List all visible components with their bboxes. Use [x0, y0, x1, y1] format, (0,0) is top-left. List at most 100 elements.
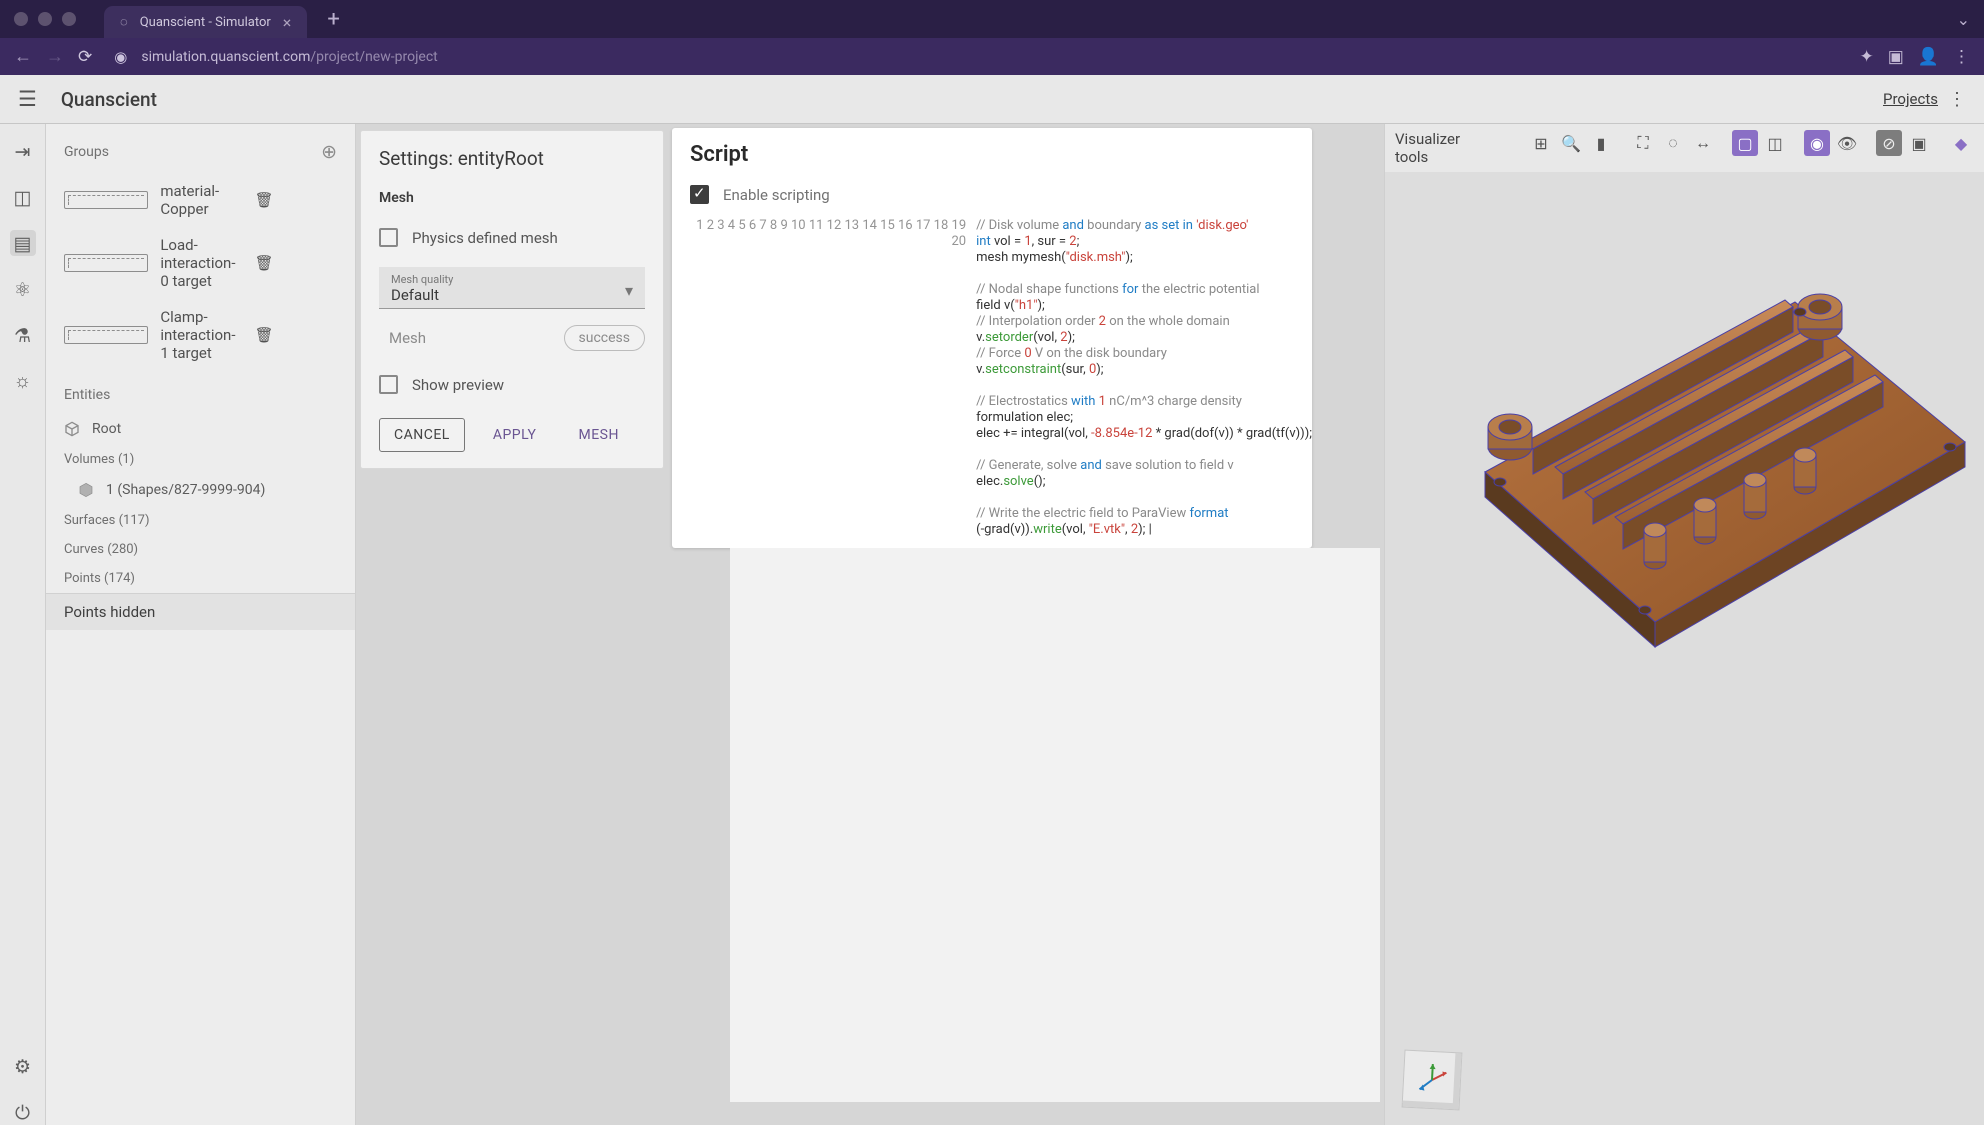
entities-icon[interactable]: ▤ — [10, 230, 36, 256]
cube-icon[interactable]: ◫ — [10, 184, 36, 210]
mesh-section-label: Mesh — [379, 190, 645, 206]
trash-icon[interactable]: 🗑 — [255, 326, 337, 344]
points-hidden-row[interactable]: Points hidden — [46, 593, 355, 630]
new-tab-button[interactable]: + — [327, 7, 339, 32]
add-group-icon[interactable]: ⊕ — [321, 140, 337, 163]
zoom-icon[interactable]: 🔍 — [1558, 130, 1584, 156]
script-card: Script Enable scripting 1 2 3 4 5 6 7 8 … — [672, 128, 1312, 548]
apply-button[interactable]: APPLY — [479, 418, 551, 452]
group-label: Clamp-interaction-1 target — [160, 308, 242, 362]
address-bar: ← → ⟳ ◉ simulation.quanscient.com/projec… — [0, 38, 1984, 75]
panel-icon[interactable]: ▣ — [1888, 47, 1904, 67]
show-preview-checkbox[interactable]: Show preview — [379, 367, 645, 402]
checkbox-icon — [690, 185, 709, 204]
points-count[interactable]: Points (174) — [46, 564, 355, 593]
edge-icon[interactable]: ◫ — [1762, 130, 1788, 156]
physics-icon[interactable]: ⚛ — [10, 276, 36, 302]
window-close[interactable] — [14, 12, 28, 26]
groups-heading: Groups — [64, 144, 109, 160]
fit-icon[interactable]: ⛶ — [1630, 130, 1656, 156]
code-content[interactable]: // Disk volume and boundary as set in 'd… — [976, 218, 1312, 538]
groups-panel: Groups ⊕ material-Copper 🗑 Load-interact… — [46, 124, 356, 1125]
url-text[interactable]: simulation.quanscient.com/project/new-pr… — [141, 49, 437, 65]
chevron-down-icon[interactable]: ⌄ — [1957, 10, 1970, 29]
entities-heading: Entities — [64, 387, 110, 403]
layers-icon[interactable]: ▣ — [1906, 130, 1932, 156]
forward-icon[interactable]: → — [46, 46, 64, 67]
script-panel: Script Enable scripting 1 2 3 4 5 6 7 8 … — [668, 124, 1384, 1125]
window-min[interactable] — [38, 12, 52, 26]
checkbox-icon — [379, 375, 398, 394]
window-controls — [14, 12, 76, 26]
visualizer-panel: Visualizer tools ⊞ 🔍 ▮ ⛶ ◌ ↔ ▢ ◫ ◉ 👁 ⊘ ▣… — [1384, 124, 1984, 1125]
code-editor[interactable]: 1 2 3 4 5 6 7 8 9 10 11 12 13 14 15 16 1… — [672, 218, 1312, 548]
curves-count[interactable]: Curves (280) — [46, 535, 355, 564]
chevron-down-icon: ▾ — [625, 281, 633, 300]
root-entity[interactable]: Root — [46, 413, 355, 445]
mesh-quality-select[interactable]: Mesh quality Default ▾ — [379, 267, 645, 309]
settings-panel: Settings: entityRoot Mesh Physics define… — [360, 130, 664, 469]
script-title: Script — [672, 128, 1312, 175]
mesh-status-badge: success — [564, 325, 645, 351]
group-label: Load-interaction-0 target — [160, 236, 242, 290]
more-icon[interactable]: ⋮ — [1948, 89, 1966, 110]
close-icon[interactable]: × — [283, 13, 292, 32]
heatsink-model[interactable] — [1415, 232, 1975, 692]
material-icon — [64, 326, 148, 344]
select-icon[interactable]: ◌ — [1660, 130, 1686, 156]
device-icon[interactable]: ▮ — [1588, 130, 1614, 156]
line-gutter: 1 2 3 4 5 6 7 8 9 10 11 12 13 14 15 16 1… — [672, 218, 976, 538]
globe-icon: ◌ — [120, 14, 128, 30]
app-title: Quanscient — [61, 88, 157, 111]
hamburger-icon[interactable]: ☰ — [18, 87, 37, 112]
hide-icon[interactable]: ⊘ — [1876, 130, 1902, 156]
profile-icon[interactable]: 👤 — [1918, 47, 1939, 67]
reload-icon[interactable]: ⟳ — [78, 47, 92, 67]
volumes-count[interactable]: Volumes (1) — [46, 445, 355, 474]
color-icon[interactable]: ◆ — [1948, 130, 1974, 156]
sun-icon[interactable]: ☼ — [10, 368, 36, 394]
visualizer-toolbar: Visualizer tools ⊞ 🔍 ▮ ⛶ ◌ ↔ ▢ ◫ ◉ 👁 ⊘ ▣… — [1385, 124, 1984, 172]
group-item[interactable]: material-Copper 🗑 — [46, 173, 355, 227]
eye-icon[interactable]: 👁 — [1834, 130, 1860, 156]
projects-link[interactable]: Projects — [1883, 90, 1938, 108]
group-label: material-Copper — [160, 182, 242, 218]
material-icon — [64, 254, 148, 272]
mesh-button[interactable]: MESH — [564, 418, 632, 452]
power-icon[interactable]: ⏻ — [10, 1099, 36, 1125]
trash-icon[interactable]: 🗑 — [255, 191, 337, 209]
app-header: ☰ Quanscient Projects ⋮ — [0, 75, 1984, 124]
menu-icon[interactable]: ⋮ — [1953, 47, 1970, 67]
material-icon — [64, 191, 148, 209]
settings-title: Settings: entityRoot — [379, 147, 645, 170]
browser-tab[interactable]: ◌ Quanscient - Simulator × — [104, 6, 307, 38]
left-toolbar: ⇥ ◫ ▤ ⚛ ⚗ ☼ ⚙ ⏻ — [0, 124, 46, 1125]
visibility-icon[interactable]: ◉ — [1804, 130, 1830, 156]
axis-cube[interactable] — [1402, 1050, 1463, 1111]
tab-title: Quanscient - Simulator — [140, 15, 271, 30]
code-editor-extension[interactable] — [730, 548, 1380, 1102]
viz-label: Visualizer tools — [1395, 130, 1470, 166]
group-item[interactable]: Load-interaction-0 target 🗑 — [46, 227, 355, 299]
window-max[interactable] — [62, 12, 76, 26]
experiment-icon[interactable]: ⚗ — [10, 322, 36, 348]
cancel-button[interactable]: CANCEL — [379, 418, 465, 452]
group-item[interactable]: Clamp-interaction-1 target 🗑 — [46, 299, 355, 371]
mesh-label: Mesh — [389, 329, 426, 347]
grid-icon[interactable]: ⊞ — [1528, 130, 1554, 156]
surfaces-count[interactable]: Surfaces (117) — [46, 506, 355, 535]
checkbox-icon — [379, 228, 398, 247]
extensions-icon[interactable]: ✦ — [1860, 47, 1874, 67]
viz-canvas[interactable] — [1385, 172, 1984, 1125]
settings-icon[interactable]: ⚙ — [10, 1053, 36, 1079]
site-info-icon[interactable]: ◉ — [114, 48, 127, 66]
import-icon[interactable]: ⇥ — [10, 138, 36, 164]
measure-icon[interactable]: ↔ — [1690, 130, 1716, 156]
face-icon[interactable]: ▢ — [1732, 130, 1758, 156]
physics-mesh-checkbox[interactable]: Physics defined mesh — [379, 220, 645, 255]
volume-item[interactable]: 1 (Shapes/827-9999-904) — [46, 474, 355, 506]
browser-tab-strip: ◌ Quanscient - Simulator × + ⌄ — [0, 0, 1984, 38]
enable-scripting-checkbox[interactable]: Enable scripting — [672, 175, 1312, 218]
trash-icon[interactable]: 🗑 — [255, 254, 337, 272]
back-icon[interactable]: ← — [14, 46, 32, 67]
